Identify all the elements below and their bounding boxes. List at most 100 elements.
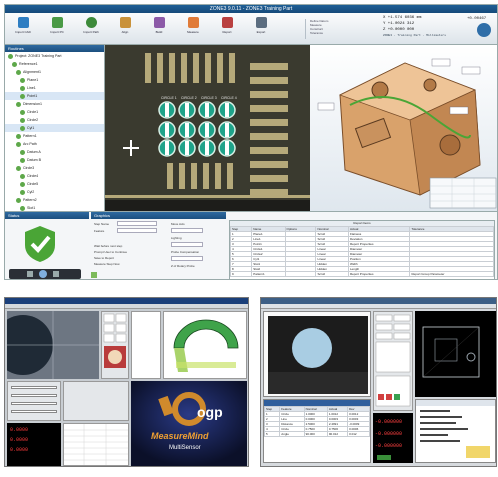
camera-label: CIRCLE 4 (221, 96, 237, 100)
tree-item[interactable]: Datum A (5, 148, 104, 156)
mm-feature-list[interactable] (131, 311, 161, 379)
b-tool-panel[interactable] (373, 311, 413, 411)
ribbon-button-export[interactable]: Export (249, 17, 273, 43)
graphics-header: Graphics (91, 212, 226, 219)
mm-part-view[interactable] (163, 311, 247, 379)
user-icon[interactable] (477, 23, 491, 37)
slider-coax-light[interactable] (11, 402, 57, 405)
camera-view[interactable]: CIRCLE 1 CIRCLE 2 CIRCLE 3 CIRCLE 4 (105, 45, 310, 211)
form-label: Z of Rotary Probe (171, 264, 195, 268)
slider-zoom[interactable] (11, 410, 57, 413)
tree-item[interactable]: Circle5 (5, 180, 104, 188)
tree-item-label: Cyl1 (27, 126, 35, 130)
tree-item-label: Slot1 (27, 206, 36, 210)
dro-extra: +0.00467 (467, 17, 487, 21)
step-forward-icon[interactable] (53, 271, 59, 277)
ribbon-button-align[interactable]: Align (113, 17, 137, 43)
tree-item[interactable]: Circle1 (5, 108, 104, 116)
mm-step-panel[interactable] (63, 381, 129, 421)
ribbon-button-label: Import PC (50, 30, 64, 34)
playback-controls[interactable] (9, 269, 81, 279)
ribbon-button-import-cad[interactable]: Import CAD (11, 17, 35, 43)
move-axis-select[interactable] (171, 228, 203, 233)
tree-item[interactable]: Arc Path (5, 140, 104, 148)
step-form: Step Name Feature Wait before next step … (91, 220, 226, 279)
feature-icon (16, 101, 21, 107)
ribbon-button-report[interactable]: Report (215, 17, 239, 43)
ribbon-button-build[interactable]: Build (147, 17, 171, 43)
cad-model (317, 58, 497, 209)
import-pc-icon (51, 17, 63, 28)
mm-dro: 0.0000 0.0000 0.0000 (7, 423, 61, 466)
tree-item[interactable]: Datum B (5, 156, 104, 164)
camera-label: CIRCLE 3 (201, 96, 217, 100)
ribbon-button-import-path[interactable]: Import Path (79, 17, 103, 43)
tree-item-label: Circle1 (27, 110, 39, 114)
mm-dro-z: 0.0000 (10, 447, 29, 453)
form-label: Lighting (171, 236, 182, 240)
table-row[interactable]: 9 Pattern1 Scroll Report Properties Report G… (230, 271, 494, 277)
tree-item[interactable]: Plane1 (5, 76, 104, 84)
ribbon-button-measure[interactable]: Measure (181, 17, 205, 43)
save-icon[interactable] (91, 272, 97, 278)
table-row[interactable]: 5 Angle 90.000 90.012 0.012 (263, 431, 370, 437)
units-status: ZONE3 · Training Part · Millimeters (383, 34, 447, 37)
tree-item[interactable]: Circle2 (5, 116, 104, 124)
mm-logo-text: ogp (197, 404, 223, 420)
report-icon (221, 17, 233, 28)
play-icon[interactable] (39, 270, 47, 278)
cad-view[interactable] (310, 45, 497, 211)
b-profile-view[interactable] (415, 311, 496, 397)
step-back-icon[interactable] (27, 271, 33, 277)
form-label: Step Name (94, 222, 110, 226)
tree-item[interactable]: Project: ZONE3 Training Part (5, 52, 104, 60)
mm-light-controls[interactable] (7, 381, 61, 421)
tree-item[interactable]: Circle4 (5, 172, 104, 180)
slider-ring-light[interactable] (11, 386, 57, 389)
b-video-view[interactable] (263, 311, 371, 397)
ribbon-button-import-pc[interactable]: Import PC (45, 17, 69, 43)
probe-select[interactable] (171, 256, 203, 261)
slider-back-light[interactable] (11, 394, 57, 397)
b-go-button[interactable] (377, 455, 391, 460)
cad-info-panel (429, 177, 497, 209)
mm-results-grid[interactable] (63, 423, 129, 466)
feature-icon (16, 141, 21, 147)
checkbox-label: Save to Report (94, 256, 115, 260)
step-name-input[interactable] (117, 221, 157, 226)
form-label: Probe Compensation (171, 250, 200, 254)
routine-tree-panel: Routines Project: ZONE3 Training Part Ref… (5, 45, 105, 235)
routine-tree: Project: ZONE3 Training Part Reference1 Al… (5, 52, 104, 236)
tree-item[interactable]: Cyl1 (5, 124, 104, 132)
feature-icon (20, 109, 25, 115)
tree-item[interactable]: Circle3 (5, 164, 104, 172)
tree-item[interactable]: Point1 (5, 92, 104, 100)
lighting-select[interactable] (171, 242, 203, 247)
tree-item[interactable]: Line1 (5, 84, 104, 92)
tree-item-label: Alignment1 (23, 70, 41, 74)
mm-video-view[interactable] (5, 311, 99, 379)
mm-brand-sub: MultiSensor (169, 445, 201, 451)
mm-tool-palette[interactable] (101, 311, 129, 379)
checkbox-label: Wait before next step (94, 244, 123, 248)
b-results-panel[interactable]: Step Feature Nominal Actual Dev 1 Circle 1.000… (263, 399, 371, 463)
window-title: ZONE3 9.0.11 - ZONE3 Training Part (5, 5, 497, 13)
feature-icon (20, 157, 25, 163)
b-report-panel[interactable] (415, 399, 496, 463)
feature-select[interactable] (117, 228, 157, 233)
tree-item-label: Cyl2 (27, 190, 35, 194)
tree-item[interactable]: Alignment1 (5, 68, 104, 76)
camera-label: CIRCLE 2 (181, 96, 197, 100)
export-icon (255, 17, 267, 28)
tree-item[interactable]: Pattern1 (5, 132, 104, 140)
tree-item[interactable]: Pattern2 (5, 196, 104, 204)
tree-item[interactable]: Cyl2 (5, 188, 104, 196)
tree-item-label: Line1 (27, 86, 36, 90)
status-area: Status Graphics Step Name Feature Wait b… (5, 211, 497, 279)
status-header: Status (5, 212, 89, 219)
routines-header: Routines (5, 45, 104, 52)
feature-icon (20, 181, 25, 187)
tree-item[interactable]: Reference1 (5, 60, 104, 68)
tree-item[interactable]: Dimension1 (5, 100, 104, 108)
table-cell: Report Group Parameter (409, 271, 494, 277)
